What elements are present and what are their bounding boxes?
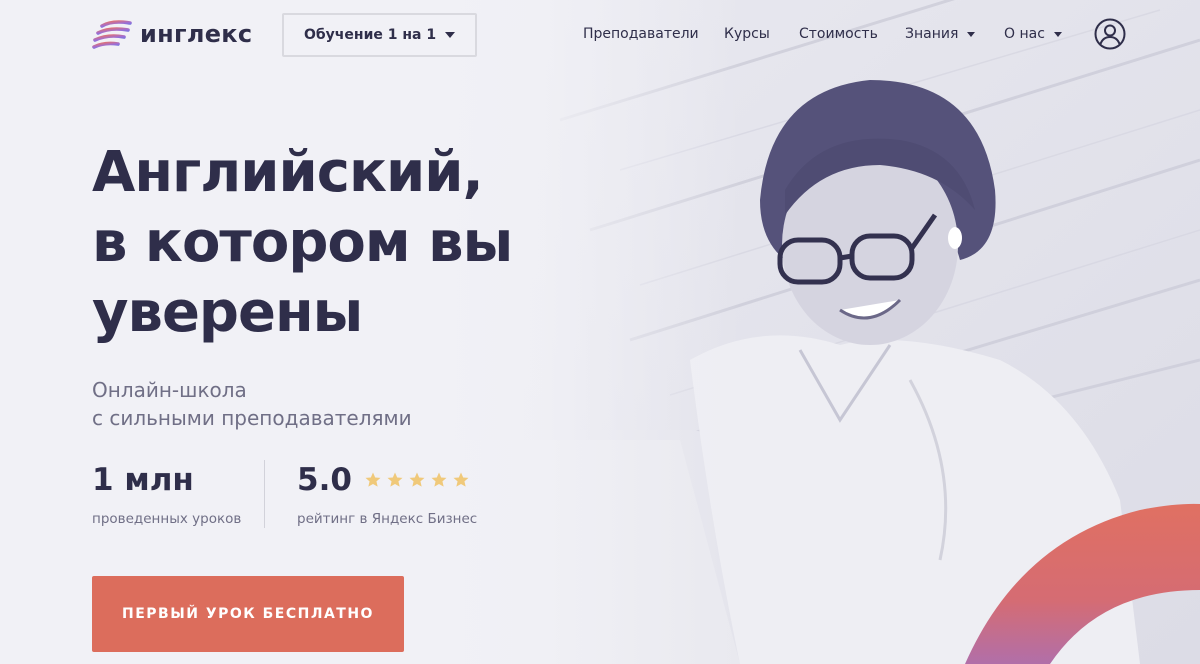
stat-value-text: 1 млн [92,462,194,498]
stat-rating: 5.0 рейтинг в Яндекс Бизнес [297,462,477,527]
star-icon [409,472,425,487]
hero-subtitle: Онлайн-школа с сильными преподавателями [92,376,452,432]
logo[interactable]: инглекс [92,18,252,50]
subtitle-line: Онлайн-школа [92,378,247,402]
nav-item-courses[interactable]: Курсы [724,26,770,42]
nav-item-label: Курсы [724,26,770,42]
subtitle-line: с сильными преподавателями [92,406,412,430]
stat-label: рейтинг в Яндекс Бизнес [297,511,478,527]
stat-label: проведенных уроков [92,511,242,527]
stat-value-text: 5.0 [297,462,352,498]
stat-value: 1 млн [92,462,241,498]
nav-item-pricing[interactable]: Стоимость [799,26,878,42]
stat-divider [264,460,265,528]
headline-line: уверены [92,280,363,345]
site-header: инглекс Обучение 1 на 1 Преподаватели Ку… [0,0,1200,68]
caret-down-icon [1053,31,1062,37]
user-circle-icon [1094,18,1126,50]
hero-headline: Английский, в котором вы уверены [92,138,552,348]
logo-text: инглекс [140,20,253,48]
nav-item-label: Преподаватели [583,26,699,42]
stat-value: 5.0 [297,462,477,498]
nav-item-label: О нас [1004,26,1045,42]
course-format-value: Обучение 1 на 1 [304,27,437,43]
logo-waves-icon [92,18,134,50]
headline-line: в котором вы [92,210,513,275]
caret-down-icon [967,31,976,37]
chevron-down-icon [445,32,455,38]
nav-item-about[interactable]: О нас [1004,26,1062,42]
nav-item-knowledge[interactable]: Знания [905,26,976,42]
nav-item-label: Знания [905,26,959,42]
headline-line: Английский, [92,140,484,205]
star-icon [387,472,403,487]
free-lesson-button[interactable]: ПЕРВЫЙ УРОК БЕСПЛАТНО [92,576,404,652]
star-icon [453,472,469,487]
nav-item-label: Стоимость [799,26,878,42]
rating-stars [364,471,474,489]
hero-photo [440,0,1200,664]
stat-lessons: 1 млн проведенных уроков [92,462,241,527]
star-icon [431,472,447,487]
nav-item-teachers[interactable]: Преподаватели [583,26,699,42]
profile-button[interactable] [1094,18,1126,50]
course-format-select[interactable]: Обучение 1 на 1 [282,13,477,57]
star-icon [365,472,381,487]
